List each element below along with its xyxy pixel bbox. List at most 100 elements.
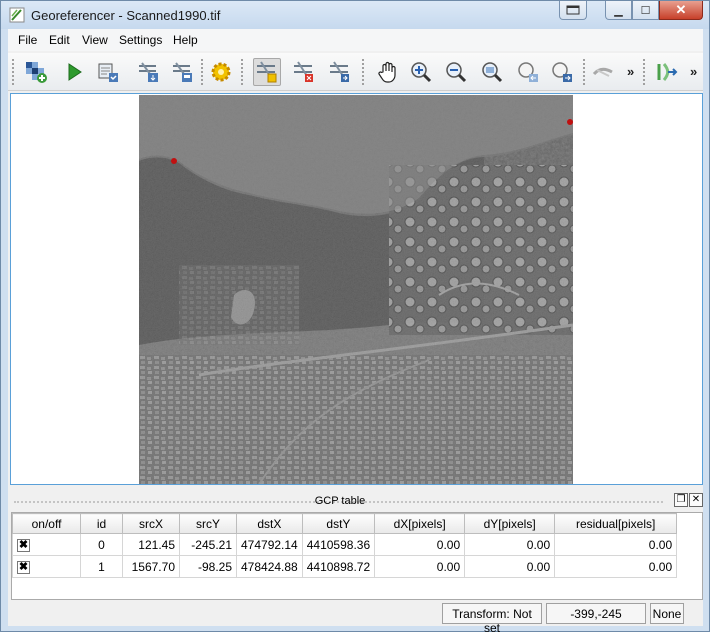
close-icon: ✕ <box>691 494 701 505</box>
gcp-point-marker[interactable] <box>567 119 573 125</box>
toolbar-grip[interactable] <box>362 59 365 85</box>
srcy-cell[interactable]: -245.21 <box>179 533 237 556</box>
link-qgis-to-georeferencer-button[interactable] <box>653 58 681 86</box>
menu-view[interactable]: View <box>82 33 108 47</box>
col-on-off[interactable]: on/off <box>12 513 81 534</box>
col-id[interactable]: id <box>80 513 123 534</box>
zoom-in-button[interactable] <box>407 58 435 86</box>
col-residual[interactable]: residual[pixels] <box>554 513 678 534</box>
menu-file[interactable]: File <box>18 33 37 47</box>
minimize-icon: ▁ <box>614 4 623 17</box>
move-gcp-point-button[interactable] <box>326 58 354 86</box>
zoom-last-icon <box>518 62 538 82</box>
on-off-cell[interactable]: ✖ <box>12 533 81 556</box>
load-gcp-points-button[interactable] <box>134 58 162 86</box>
maximize-icon: ☐ <box>640 4 651 17</box>
link-qgis-to-georeferencer-icon <box>657 63 678 81</box>
window-layout-icon <box>566 5 580 15</box>
add-point-icon <box>257 61 277 83</box>
delete-point-button[interactable] <box>290 58 318 86</box>
title-bar[interactable]: Georeferencer - Scanned1990.tif ▁ ☐ ✕ <box>1 1 709 29</box>
load-gcp-points-icon <box>139 62 158 82</box>
close-button[interactable]: ✕ <box>659 1 703 20</box>
col-srcx[interactable]: srcX <box>122 513 180 534</box>
col-dx[interactable]: dX[pixels] <box>374 513 466 534</box>
client-area: File Edit View Settings Help » » GCP tab… <box>8 29 703 635</box>
toolbar-grip[interactable] <box>12 59 15 85</box>
pan-button[interactable] <box>374 58 402 86</box>
georeferencer-app-icon <box>9 7 25 23</box>
zoom-next-button[interactable] <box>548 58 576 86</box>
float-icon: ❐ <box>676 494 686 505</box>
table-row[interactable]: ✖ 0 121.45 -245.21 474792.14 4410598.36 … <box>12 533 678 556</box>
srcx-cell[interactable]: 1567.70 <box>122 555 180 578</box>
georeferencer-canvas[interactable] <box>10 93 703 485</box>
zoom-next-icon <box>552 62 572 82</box>
gcp-table-title: GCP table <box>314 495 366 507</box>
zoom-out-button[interactable] <box>442 58 470 86</box>
restore-layout-button[interactable] <box>559 1 587 20</box>
open-raster-button[interactable] <box>22 58 50 86</box>
dy-cell[interactable]: 0.00 <box>464 555 556 578</box>
save-gcp-points-button[interactable] <box>168 58 196 86</box>
status-bar: Transform: Not set -399,-245 None <box>8 603 703 635</box>
transform-status: Transform: Not set <box>442 603 542 635</box>
menu-settings[interactable]: Settings <box>119 33 162 47</box>
georeferencer-window: Georeferencer - Scanned1990.tif ▁ ☐ ✕ Fi… <box>0 0 710 635</box>
col-dy[interactable]: dY[pixels] <box>464 513 556 534</box>
dy-cell[interactable]: 0.00 <box>464 533 556 556</box>
gcp-point-marker[interactable] <box>171 158 177 164</box>
aerial-photo <box>139 95 573 484</box>
transformation-settings-button[interactable] <box>207 58 235 86</box>
generate-gdal-script-button[interactable] <box>94 58 122 86</box>
enabled-checkbox[interactable]: ✖ <box>17 561 30 574</box>
srcy-cell[interactable]: -98.25 <box>179 555 237 578</box>
zoom-last-button[interactable] <box>514 58 542 86</box>
add-point-button[interactable] <box>253 58 281 86</box>
toolbar-overflow-2[interactable]: » <box>690 64 697 79</box>
link-georeferencer-to-qgis-icon <box>592 67 613 77</box>
zoom-to-layer-button[interactable] <box>478 58 506 86</box>
dx-cell[interactable]: 0.00 <box>374 533 466 556</box>
pan-icon <box>378 61 396 83</box>
residual-cell[interactable]: 0.00 <box>554 555 678 578</box>
id-cell[interactable]: 0 <box>80 533 123 556</box>
dock-float-button[interactable]: ❐ <box>674 493 688 507</box>
crs-status[interactable]: None <box>650 603 684 624</box>
enabled-checkbox[interactable]: ✖ <box>17 539 30 552</box>
table-row[interactable]: ✖ 1 1567.70 -98.25 478424.88 4410898.72 … <box>12 555 678 578</box>
transformation-settings-icon <box>211 62 231 82</box>
dsty-cell[interactable]: 4410598.36 <box>301 533 376 556</box>
dock-close-button[interactable]: ✕ <box>689 493 703 507</box>
col-dsty[interactable]: dstY <box>301 513 376 534</box>
zoom-in-icon <box>411 62 432 83</box>
gcp-table[interactable]: on/off id srcX srcY dstX dstY dX[pixels]… <box>11 512 703 600</box>
menu-edit[interactable]: Edit <box>49 33 70 47</box>
toolbar-grip[interactable] <box>201 59 204 85</box>
on-off-cell[interactable]: ✖ <box>12 555 81 578</box>
dsty-cell[interactable]: 4410898.72 <box>301 555 376 578</box>
move-gcp-point-icon <box>330 61 349 82</box>
col-srcy[interactable]: srcY <box>179 513 237 534</box>
save-gcp-points-icon <box>173 62 192 82</box>
dstx-cell[interactable]: 478424.88 <box>236 555 303 578</box>
zoom-out-icon <box>446 62 467 83</box>
link-georeferencer-to-qgis-button[interactable] <box>589 58 617 86</box>
menu-help[interactable]: Help <box>173 33 198 47</box>
coordinates-readout: -399,-245 <box>546 603 646 624</box>
start-georeferencing-button[interactable] <box>60 58 88 86</box>
toolbar-grip[interactable] <box>643 59 646 85</box>
residual-cell[interactable]: 0.00 <box>554 533 678 556</box>
maximize-button[interactable]: ☐ <box>632 1 659 20</box>
gcp-table-dock-title[interactable]: GCP table ❐ ✕ <box>10 492 703 510</box>
id-cell[interactable]: 1 <box>80 555 123 578</box>
dstx-cell[interactable]: 474792.14 <box>236 533 303 556</box>
toolbar-grip[interactable] <box>241 59 244 85</box>
minimize-button[interactable]: ▁ <box>605 1 632 20</box>
srcx-cell[interactable]: 121.45 <box>122 533 180 556</box>
toolbar-overflow-1[interactable]: » <box>627 64 634 79</box>
toolbar-grip[interactable] <box>583 59 586 85</box>
dx-cell[interactable]: 0.00 <box>374 555 466 578</box>
scanned-raster-image[interactable] <box>139 95 573 484</box>
col-dstx[interactable]: dstX <box>236 513 303 534</box>
